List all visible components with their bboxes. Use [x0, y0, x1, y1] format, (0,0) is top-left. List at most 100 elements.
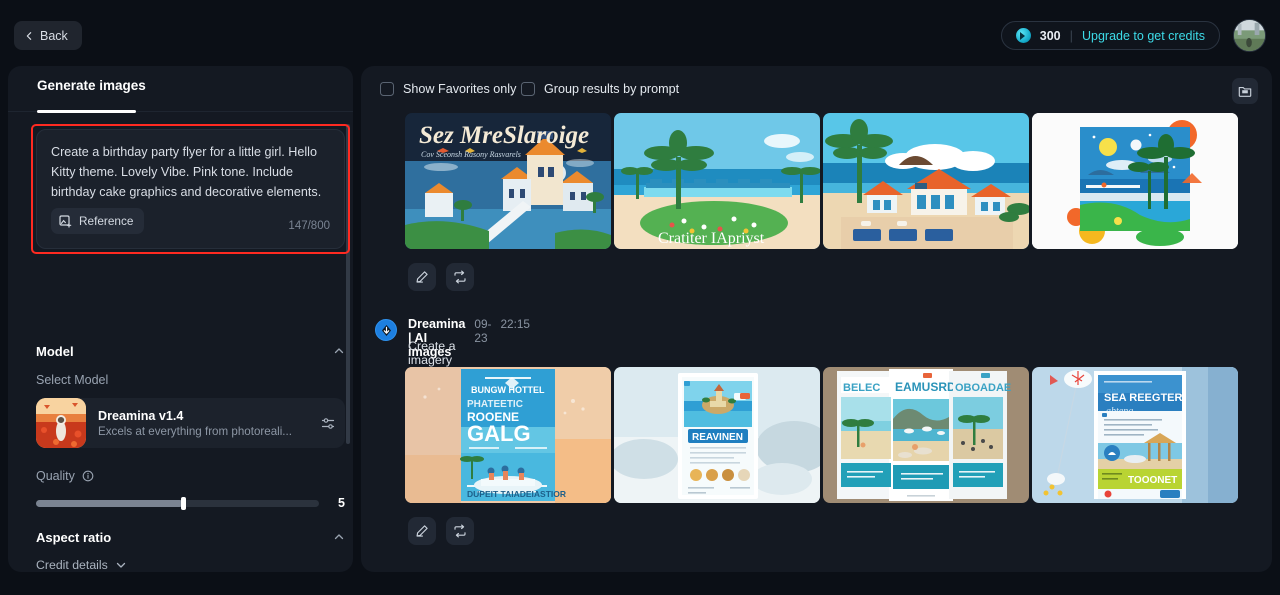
left-panel: Generate images Create a birthday party …	[8, 66, 353, 572]
quality-value: 5	[338, 496, 345, 510]
avatar[interactable]	[1233, 19, 1266, 52]
model-description: Excels at everything from photoreali...	[98, 424, 292, 438]
prompt-text: Create a birthday party flyer for a litt…	[51, 145, 322, 199]
model-section-header[interactable]: Model	[36, 341, 345, 361]
reference-button[interactable]: Reference	[51, 208, 145, 234]
quality-slider-fill	[36, 499, 184, 507]
aspect-ratio-header[interactable]: Aspect ratio	[36, 527, 345, 547]
quality-label: Quality	[36, 469, 75, 483]
credit-details-toggle[interactable]: Credit details	[36, 558, 127, 572]
result-time: 22:15	[500, 317, 530, 331]
travel-brochure-trifold-image: BELEC EAMUSRDAE OBOADAE	[823, 367, 1029, 503]
group-results-checkbox[interactable]: Group results by prompt	[521, 82, 679, 96]
model-card[interactable]: Dreamina v1.4 Excels at everything from …	[36, 398, 345, 448]
results-panel: Show Favorites only Group results by pro…	[361, 66, 1272, 572]
archive-button[interactable]	[1232, 78, 1258, 104]
chevron-left-icon	[26, 31, 32, 40]
svg-text:SEA REEGTER: SEA REEGTER	[1104, 392, 1182, 404]
svg-text:DUPEIT TAIADEIASTIOR: DUPEIT TAIADEIASTIOR	[467, 489, 566, 499]
svg-text:OBOADAE: OBOADAE	[955, 382, 1011, 394]
checkbox-box	[380, 82, 394, 96]
top-bar: Back 300 | Upgrade to get credits	[0, 0, 1280, 70]
back-label: Back	[40, 28, 68, 43]
result-row-1-images: Sez MreSlaroige Cov Sceonsh Rasony Rasva…	[405, 113, 1238, 249]
checkbox-box	[521, 82, 535, 96]
result-row-1-actions	[408, 263, 474, 291]
credits-pill[interactable]: 300 | Upgrade to get credits	[1000, 21, 1220, 50]
regenerate-button[interactable]	[446, 263, 474, 291]
dreamina-badge-icon	[375, 319, 397, 341]
credits-separator: |	[1069, 28, 1073, 43]
svg-text:BUNGW HOTTEL: BUNGW HOTTEL	[471, 385, 545, 395]
back-button[interactable]: Back	[14, 21, 82, 50]
result-image[interactable]: Sez MreSlaroige Cov Sceonsh Rasony Rasva…	[405, 113, 611, 249]
info-icon[interactable]	[82, 470, 94, 482]
model-info: Dreamina v1.4 Excels at everything from …	[86, 409, 311, 438]
pencil-icon	[416, 525, 428, 537]
add-image-icon	[59, 214, 72, 228]
model-name: Dreamina v1.4	[98, 408, 184, 423]
edit-button[interactable]	[408, 517, 436, 545]
model-thumbnail	[36, 398, 86, 448]
svg-text:GALG: GALG	[467, 421, 531, 446]
prompt-area: Create a birthday party flyer for a litt…	[31, 124, 350, 254]
sea-resort-poster-mockup-image: SEA REEGTER abteng TOOONET	[1032, 367, 1238, 503]
credits-value: 300	[1039, 28, 1061, 43]
chevron-up-icon	[334, 348, 344, 354]
result-image[interactable]	[823, 113, 1029, 249]
result-image[interactable]: Cratiter IApriyst	[614, 113, 820, 249]
edit-button[interactable]	[408, 263, 436, 291]
quality-slider[interactable]	[36, 496, 319, 510]
pencil-icon	[416, 271, 428, 283]
reference-label: Reference	[79, 214, 134, 228]
credit-coin-icon	[1015, 28, 1031, 43]
repeat-icon	[454, 524, 466, 538]
svg-text:TOOONET: TOOONET	[1128, 475, 1177, 486]
model-settings-button[interactable]	[311, 416, 345, 431]
upgrade-link[interactable]: Upgrade to get credits	[1082, 29, 1205, 43]
tropical-bungalow-image	[823, 113, 1029, 249]
svg-text:REAVINEN: REAVINEN	[692, 432, 743, 443]
tab-generate-images[interactable]: Generate images	[37, 78, 146, 93]
beach-flyer-mockup-image: BUNGW HOTTEL PHATEETIC ROOENE GALG DUPEI…	[405, 367, 611, 503]
panel-tabs: Generate images	[8, 66, 353, 113]
svg-text:BELEC: BELEC	[843, 382, 880, 394]
result-image[interactable]: SEA REEGTER abteng TOOONET	[1032, 367, 1238, 503]
repeat-icon	[454, 270, 466, 284]
model-section-title: Model	[36, 343, 74, 359]
resort-brochure-mockup-image: REAVINEN	[614, 367, 820, 503]
result-image[interactable]: BUNGW HOTTEL PHATEETIC ROOENE GALG DUPEI…	[405, 367, 611, 503]
regenerate-button[interactable]	[446, 517, 474, 545]
char-counter: 147/800	[288, 220, 330, 232]
result-image[interactable]: BELEC EAMUSRDAE OBOADAE	[823, 367, 1029, 503]
chevron-down-icon	[116, 562, 125, 568]
sliders-icon	[321, 417, 334, 429]
select-model-label: Select Model	[36, 373, 109, 387]
avatar-image	[1234, 20, 1265, 51]
group-results-label: Group results by prompt	[544, 82, 680, 96]
show-favorites-label: Show Favorites only	[403, 82, 517, 96]
seaside-resort-poster-image: Sez MreSlaroige Cov Sceonsh Rasony Rasva…	[405, 113, 611, 249]
svg-text:Cratiter IApriyst: Cratiter IApriyst	[658, 230, 765, 247]
credit-details-label: Credit details	[36, 558, 108, 572]
astronaut-field-image	[36, 398, 86, 448]
show-favorites-checkbox[interactable]: Show Favorites only	[380, 82, 516, 96]
beach-palm-resort-image: Cratiter IApriyst	[614, 113, 820, 249]
chevron-up-icon	[334, 534, 344, 540]
result-image[interactable]: REAVINEN	[614, 367, 820, 503]
diamond-arrow-icon	[381, 324, 391, 336]
quality-slider-row: 5	[36, 494, 345, 512]
result-image[interactable]	[1032, 113, 1238, 249]
aspect-ratio-title: Aspect ratio	[36, 529, 112, 545]
result-row-2-images: BUNGW HOTTEL PHATEETIC ROOENE GALG DUPEI…	[405, 367, 1238, 503]
quality-header: Quality	[36, 466, 345, 486]
framed-beach-illustration-image	[1032, 113, 1238, 249]
dreamina-app: Back 300 | Upgrade to get credits Genera…	[0, 0, 1280, 595]
quality-slider-handle[interactable]	[180, 496, 186, 510]
svg-text:Cov Sceonsh Rasony Rasvarels: Cov Sceonsh Rasony Rasvarels	[421, 150, 521, 159]
folder-icon	[1238, 87, 1252, 97]
svg-text:PHATEETIC: PHATEETIC	[467, 399, 523, 410]
prompt-input[interactable]: Create a birthday party flyer for a litt…	[36, 129, 345, 249]
sidebar-scrollbar[interactable]	[346, 124, 350, 444]
results-toolbar: Show Favorites only Group results by pro…	[361, 66, 1272, 112]
